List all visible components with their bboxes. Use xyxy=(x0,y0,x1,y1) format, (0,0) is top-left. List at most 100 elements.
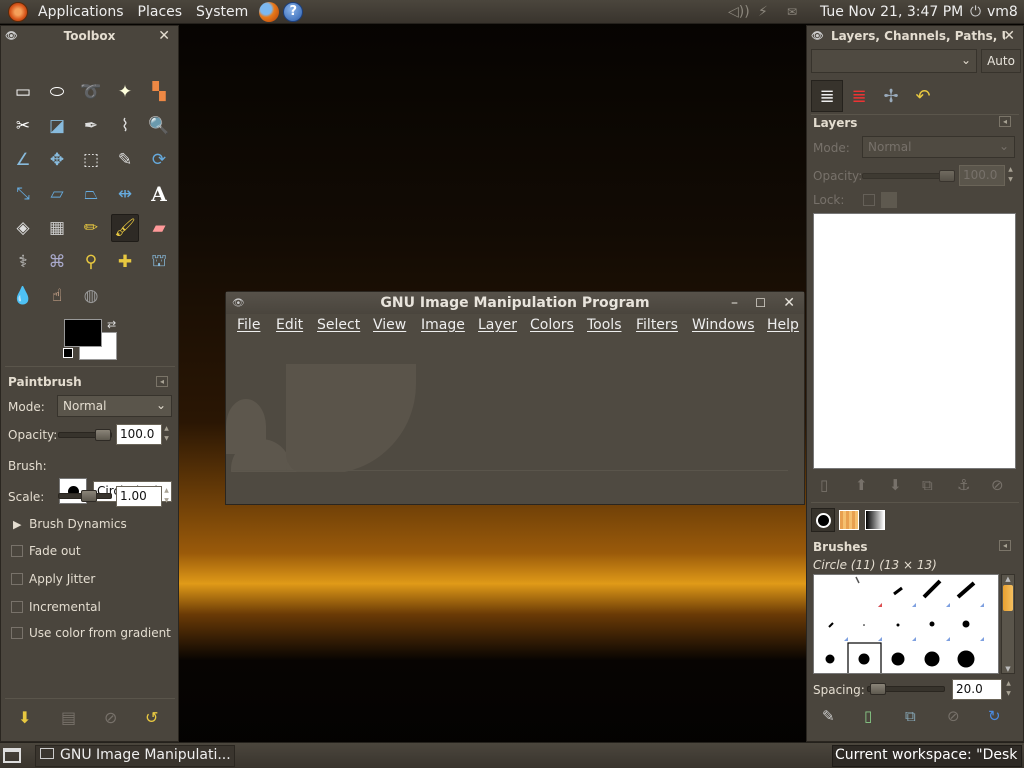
tab-layers-icon[interactable]: ≣ xyxy=(811,80,843,112)
workspace-switcher[interactable]: Current workspace: "Desk 1" xyxy=(832,745,1022,767)
brush-sample[interactable] xyxy=(956,581,976,599)
scale-slider-knob[interactable] xyxy=(81,490,97,502)
brush-sample-circle-11[interactable] xyxy=(858,653,870,665)
brush-sample[interactable] xyxy=(929,621,935,627)
smudge-tool-icon[interactable]: ☝ xyxy=(43,282,71,310)
brush-sample[interactable] xyxy=(893,586,903,596)
show-desktop-icon[interactable] xyxy=(3,748,21,763)
fuzzy-select-tool-icon[interactable]: ✦ xyxy=(111,78,139,106)
perspective-tool-icon[interactable]: ⏢ xyxy=(77,180,105,208)
image-window-titlebar[interactable]: 👁 GNU Image Manipulation Program – ☐ ✕ xyxy=(226,292,804,314)
close-icon[interactable]: ✕ xyxy=(1003,28,1015,44)
heal-tool-icon[interactable]: ✚ xyxy=(111,248,139,276)
tab-channels-icon[interactable]: ≣ xyxy=(843,80,875,112)
maximize-icon[interactable]: ☐ xyxy=(755,296,766,310)
brush-sample[interactable] xyxy=(825,654,835,664)
scrollbar-thumb[interactable] xyxy=(1003,585,1013,611)
delete-layer-icon[interactable]: ⊘ xyxy=(991,476,1004,494)
new-brush-icon[interactable]: ▯ xyxy=(864,707,872,725)
bucket-fill-tool-icon[interactable]: ◈ xyxy=(9,214,37,242)
power-icon[interactable]: ⏻ xyxy=(970,0,981,24)
spacing-slider[interactable] xyxy=(867,683,945,695)
layer-opacity-knob[interactable] xyxy=(939,170,955,182)
layer-opacity-slider[interactable] xyxy=(862,170,955,182)
brush-sample[interactable] xyxy=(924,651,940,667)
anchor-layer-icon[interactable]: ⚓ xyxy=(957,476,970,494)
help-icon[interactable]: ? xyxy=(283,1,304,22)
ellipse-select-tool-icon[interactable]: ⬭ xyxy=(43,78,71,106)
menu-edit[interactable]: Edit xyxy=(276,317,303,333)
eye-icon[interactable]: 👁 xyxy=(232,298,245,309)
fade-out-checkbox[interactable] xyxy=(11,545,23,557)
flip-tool-icon[interactable]: ⇹ xyxy=(111,180,139,208)
opacity-slider-knob[interactable] xyxy=(95,429,111,441)
brush-sample[interactable] xyxy=(922,579,942,599)
foreground-color-swatch[interactable] xyxy=(64,319,102,347)
clone-tool-icon[interactable]: ⚲ xyxy=(77,248,105,276)
tab-gradients-icon[interactable] xyxy=(865,510,885,530)
color-select-tool-icon[interactable]: ▚ xyxy=(145,78,173,106)
clock[interactable]: Tue Nov 21, 3:47 PM xyxy=(820,0,963,24)
use-gradient-checkbox[interactable] xyxy=(11,627,23,639)
scale-slider[interactable] xyxy=(58,490,112,502)
scroll-up-icon[interactable]: ▲ xyxy=(1002,575,1014,583)
image-select-combo[interactable]: ⌄ xyxy=(811,49,977,73)
menu-layer[interactable]: Layer xyxy=(478,317,517,333)
taskbar-gimp[interactable]: GNU Image Manipulati... xyxy=(35,745,235,767)
opacity-spinner[interactable]: ▲ ▼ xyxy=(162,424,171,445)
reset-options-icon[interactable]: ↺ xyxy=(145,708,158,727)
color-picker-tool-icon[interactable]: ⌇ xyxy=(111,112,139,140)
scale-field[interactable]: 1.00 xyxy=(116,486,162,507)
raise-layer-icon[interactable]: ⬆ xyxy=(855,476,868,494)
swap-colors-icon[interactable]: ⇄ xyxy=(107,318,116,331)
mail-icon[interactable]: ✉ xyxy=(787,0,797,24)
lock-checkbox[interactable] xyxy=(863,194,875,206)
ubuntu-logo-icon[interactable] xyxy=(8,1,28,22)
eraser-tool-icon[interactable]: ▰ xyxy=(145,214,173,242)
shear-tool-icon[interactable]: ▱ xyxy=(43,180,71,208)
brush-sample[interactable] xyxy=(896,623,900,627)
free-select-tool-icon[interactable]: ➰ xyxy=(77,78,105,106)
brush-sample[interactable] xyxy=(855,576,860,584)
menu-help[interactable]: Help xyxy=(767,317,799,333)
delete-options-icon[interactable]: ⊘ xyxy=(104,708,117,727)
brush-sample[interactable] xyxy=(957,650,975,668)
blend-tool-icon[interactable]: ▦ xyxy=(43,214,71,242)
perspective-clone-tool-icon[interactable]: ⛫ xyxy=(145,248,173,276)
layer-opacity-field[interactable]: 100.0 xyxy=(959,165,1005,186)
layers-list[interactable] xyxy=(813,213,1016,469)
menu-view[interactable]: View xyxy=(373,317,406,333)
pencil-tool-icon[interactable]: ✏ xyxy=(77,214,105,242)
opacity-field[interactable]: 100.0 xyxy=(116,424,162,445)
brush-sample[interactable] xyxy=(828,622,834,628)
auto-button[interactable]: Auto xyxy=(981,49,1021,73)
menu-image[interactable]: Image xyxy=(421,317,465,333)
save-options-icon[interactable]: ⬇ xyxy=(18,708,31,727)
opacity-slider[interactable] xyxy=(58,429,112,441)
brush-grid-scrollbar[interactable]: ▲ ▼ xyxy=(1001,574,1015,674)
menu-windows[interactable]: Windows xyxy=(692,317,755,333)
brush-sample[interactable] xyxy=(863,624,865,626)
layer-opacity-spinner[interactable]: ▲ ▼ xyxy=(1006,165,1015,186)
brush-sample[interactable] xyxy=(891,652,905,666)
menu-colors[interactable]: Colors xyxy=(530,317,574,333)
duplicate-brush-icon[interactable]: ⧉ xyxy=(905,707,916,725)
menu-places[interactable]: Places xyxy=(131,4,190,20)
default-colors-icon[interactable] xyxy=(63,348,73,358)
eye-icon[interactable]: 👁 xyxy=(811,31,824,42)
firefox-icon[interactable] xyxy=(259,1,280,22)
lower-layer-icon[interactable]: ⬇ xyxy=(889,476,902,494)
tab-patterns-icon[interactable] xyxy=(839,510,859,530)
ink-tool-icon[interactable]: ⌘ xyxy=(43,248,71,276)
incremental-checkbox[interactable] xyxy=(11,601,23,613)
rotate-tool-icon[interactable]: ⟳ xyxy=(145,146,173,174)
network-icon[interactable]: ⚡ xyxy=(758,0,768,24)
brush-sample[interactable] xyxy=(962,620,970,628)
spacing-spinner[interactable]: ▲ ▼ xyxy=(1004,679,1013,700)
mode-select[interactable]: Normal ⌄ xyxy=(57,395,172,417)
move-tool-icon[interactable]: ✥ xyxy=(43,146,71,174)
rect-select-tool-icon[interactable]: ▭ xyxy=(9,78,37,106)
menu-select[interactable]: Select xyxy=(317,317,360,333)
scale-tool-icon[interactable]: ⤡ xyxy=(9,180,37,208)
refresh-brushes-icon[interactable]: ↻ xyxy=(988,707,1001,725)
